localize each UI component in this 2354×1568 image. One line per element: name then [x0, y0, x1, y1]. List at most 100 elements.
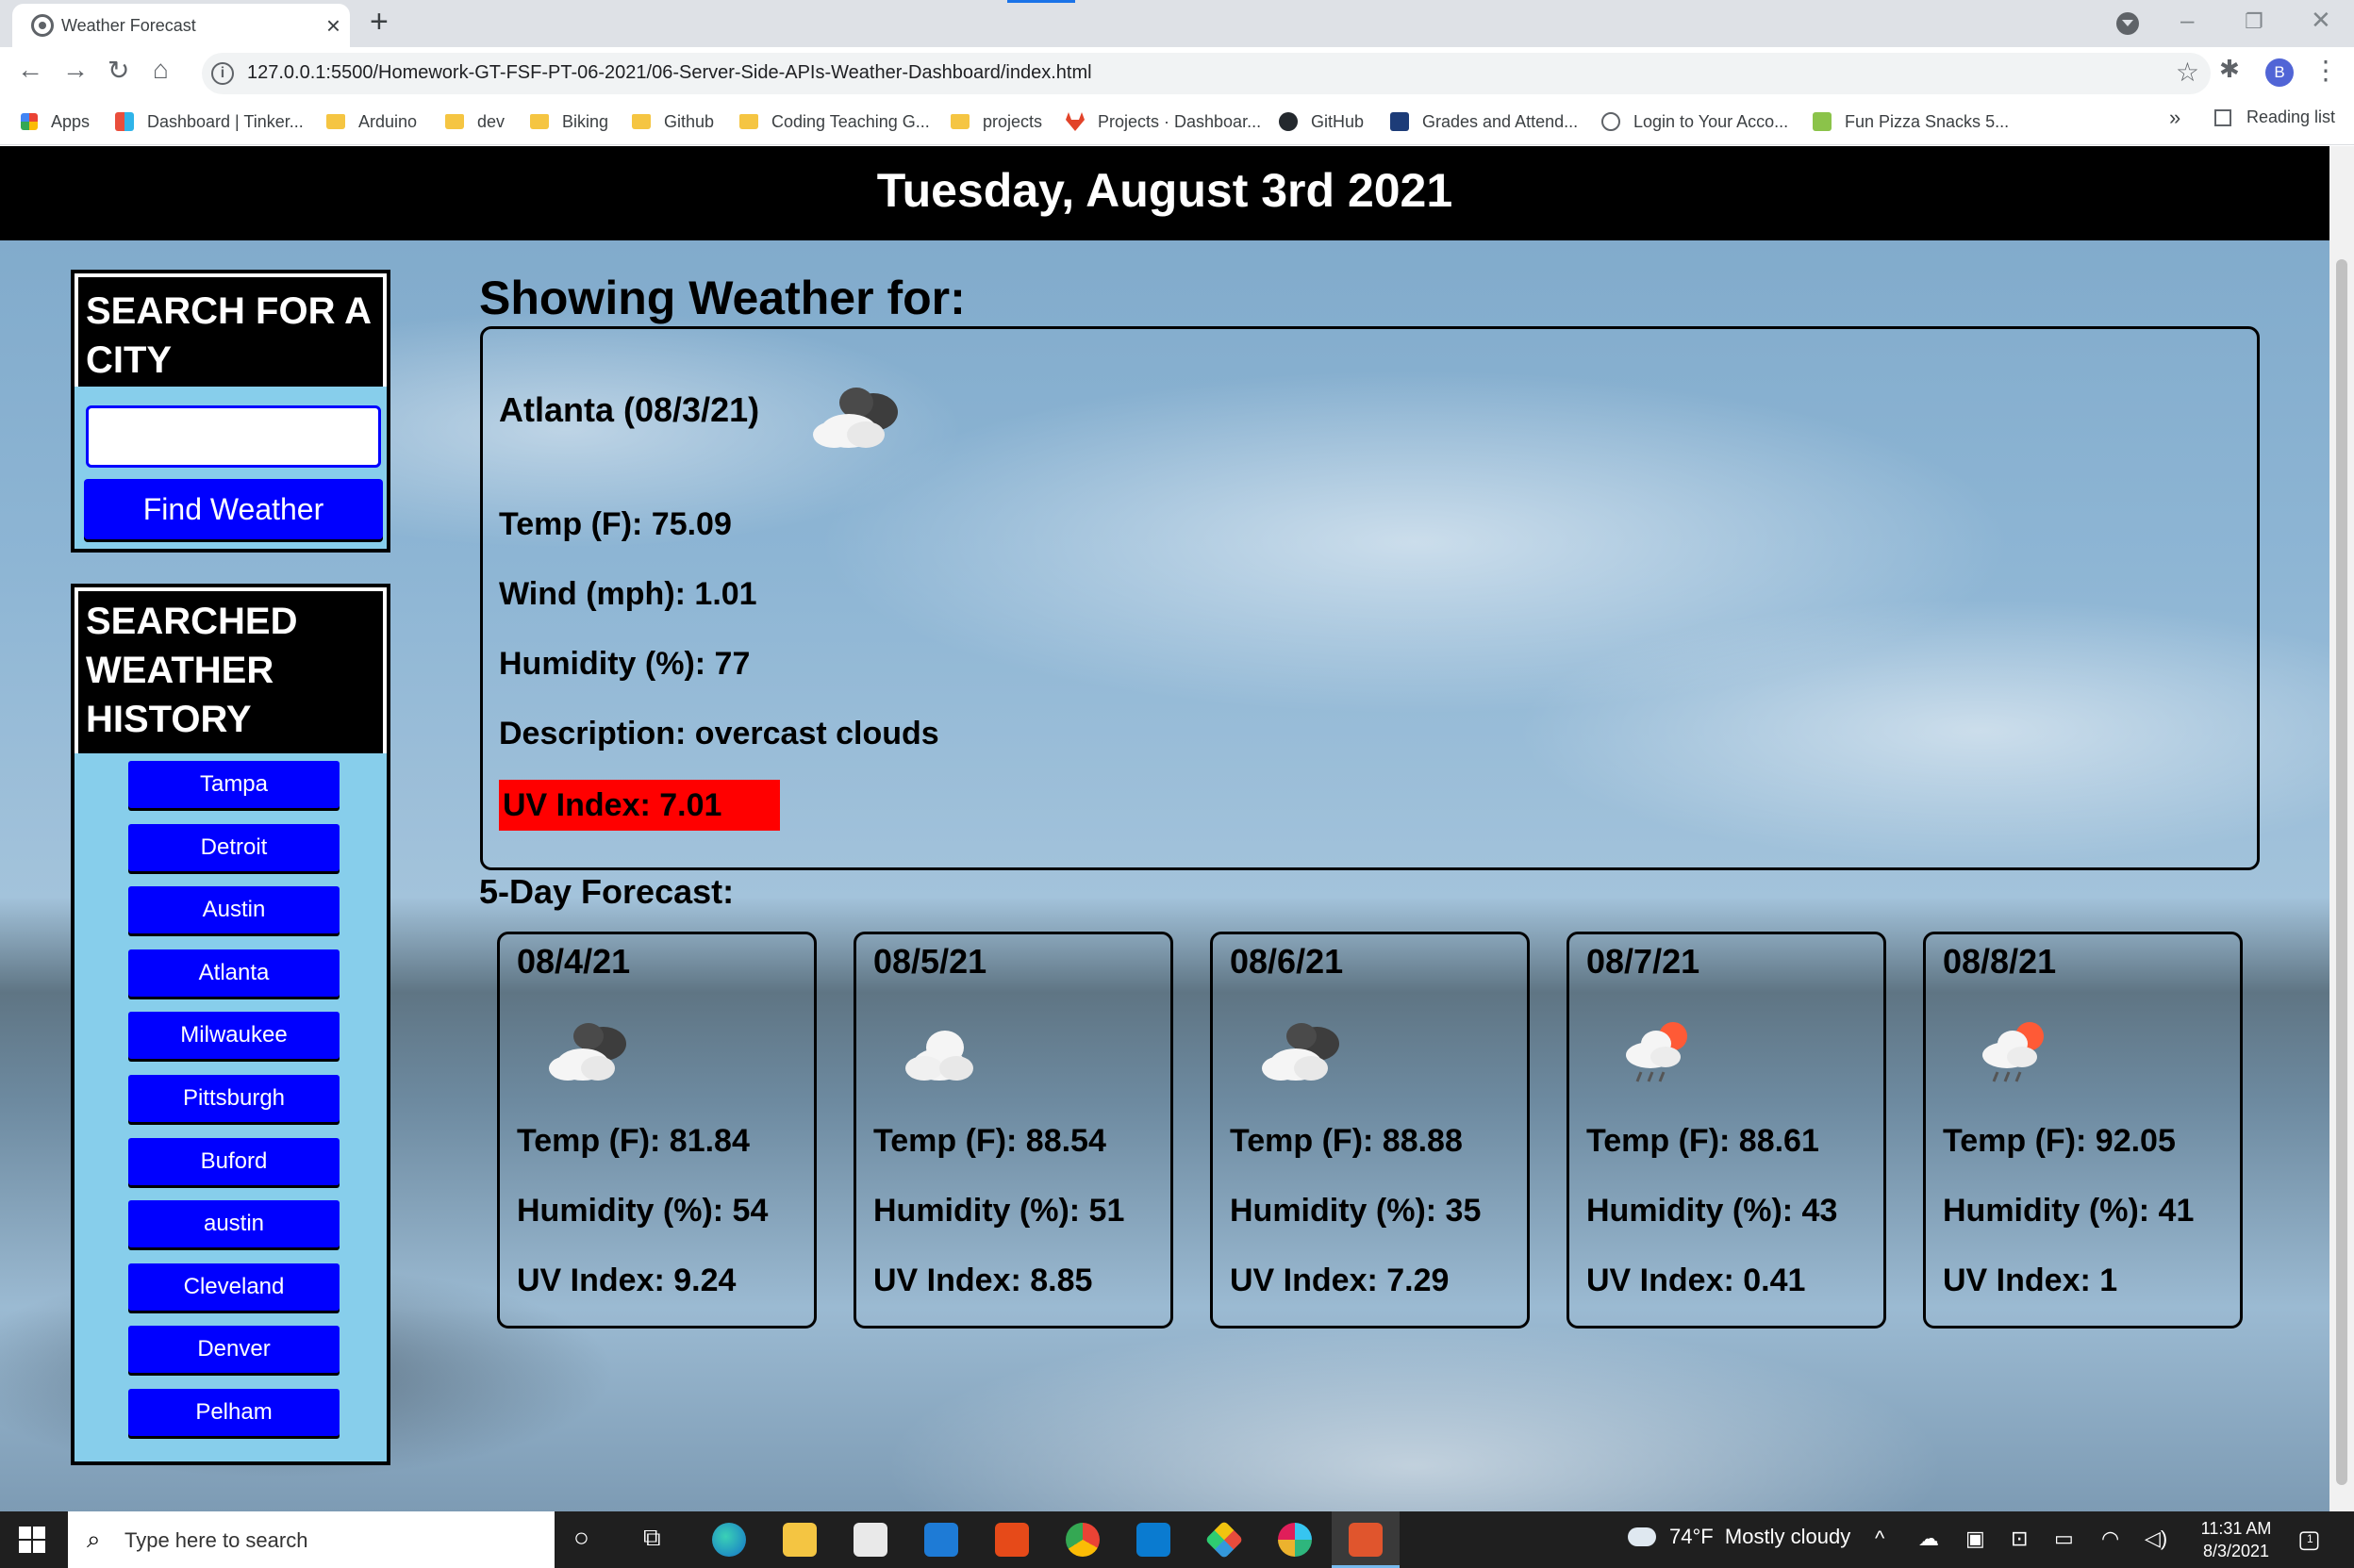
forecast-humidity: Humidity (%): 51	[873, 1193, 1125, 1229]
windows-start-icon[interactable]	[19, 1527, 45, 1553]
cloud-sun-icon	[1628, 1527, 1656, 1546]
forecast-uv: UV Index: 1	[1943, 1263, 2118, 1298]
bookmark-fun-pizza[interactable]: Fun Pizza Snacks 5...	[1813, 107, 2009, 136]
bookmark-grades[interactable]: Grades and Attend...	[1390, 107, 1578, 136]
bookmark-coding-teaching[interactable]: Coding Teaching G...	[739, 107, 930, 136]
show-hidden-icons[interactable]: ^	[1875, 1527, 1884, 1551]
history-city-button[interactable]: Cleveland	[128, 1263, 340, 1311]
current-uv-index: UV Index: 7.01	[499, 780, 780, 831]
bookmark-projects-dashboard[interactable]: Projects · Dashboar...	[1066, 107, 1261, 136]
scrollbar-thumb[interactable]	[2336, 259, 2347, 1485]
history-city-button[interactable]: Milwaukee	[128, 1012, 340, 1060]
tab-strip-accent	[1007, 0, 1075, 3]
cortana-icon[interactable]: ○	[573, 1523, 589, 1553]
history-city-button[interactable]: Tampa	[128, 761, 340, 808]
onedrive-icon[interactable]: ☁	[1918, 1527, 1939, 1551]
task-view-icon[interactable]: ⧉	[643, 1523, 661, 1553]
history-city-button[interactable]: Atlanta	[128, 949, 340, 997]
extensions-icon[interactable]: ✱	[2219, 55, 2240, 84]
bookmark-dev[interactable]: dev	[445, 107, 505, 136]
restore-icon[interactable]: ❐	[2245, 9, 2263, 34]
forward-icon[interactable]: →	[62, 55, 89, 85]
rain-sun-icon	[1626, 1022, 1687, 1082]
bookmark-arduino[interactable]: Arduino	[326, 107, 417, 136]
snipping-tool-icon[interactable]	[1349, 1523, 1383, 1557]
new-tab-icon[interactable]: +	[370, 4, 389, 41]
current-description: Description: overcast clouds	[499, 716, 939, 751]
forecast-heading: 5-Day Forecast:	[479, 872, 735, 911]
site-info-icon[interactable]: i	[211, 62, 234, 85]
forecast-day-card: 08/4/21 Temp (F): 81.84 Humidity (%): 54…	[497, 932, 817, 1329]
current-wind: Wind (mph): 1.01	[499, 576, 757, 612]
mail-icon[interactable]	[924, 1523, 958, 1557]
broken-clouds-icon	[1262, 1023, 1339, 1081]
sis-icon	[1390, 112, 1409, 131]
microsoft-store-icon[interactable]	[854, 1523, 887, 1557]
history-city-button[interactable]: Buford	[128, 1137, 340, 1185]
meet-now-icon[interactable]: ▣	[1965, 1527, 1985, 1551]
history-city-button[interactable]: Detroit	[128, 823, 340, 871]
find-weather-button[interactable]: Find Weather	[84, 479, 383, 539]
office-icon[interactable]	[995, 1523, 1029, 1557]
url-text[interactable]: 127.0.0.1:5500/Homework-GT-FSF-PT-06-202…	[247, 62, 1092, 84]
bookmark-star-icon[interactable]: ☆	[2176, 57, 2199, 88]
taskbar-search-box[interactable]: ⌕ Type here to search	[68, 1511, 555, 1568]
notification-icon[interactable]: ▢ 1	[2297, 1525, 2321, 1554]
weather-widget[interactable]: 74°F Mostly cloudy	[1628, 1525, 1850, 1549]
minimize-icon[interactable]: –	[2180, 6, 2194, 35]
browser-tab[interactable]: Weather Forecast ×	[12, 4, 350, 47]
wifi-icon[interactable]: ◠	[2101, 1527, 2119, 1551]
bookmark-github[interactable]: GitHub	[1279, 107, 1364, 136]
home-icon[interactable]: ⌂	[153, 55, 169, 85]
more-bookmarks-icon[interactable]: »	[2169, 106, 2180, 130]
history-city-button[interactable]: Pittsburgh	[128, 1074, 340, 1122]
clock-date: 8/3/2021	[2202, 1542, 2270, 1560]
back-icon[interactable]: ←	[17, 55, 43, 85]
forecast-humidity: Humidity (%): 43	[1586, 1193, 1838, 1229]
chrome-icon[interactable]	[1066, 1523, 1100, 1557]
search-icon: ⌕	[87, 1525, 101, 1553]
browser-menu-icon[interactable]: ⋮	[2313, 55, 2339, 86]
volume-icon[interactable]: ◁)	[2145, 1527, 2167, 1551]
window-close-icon[interactable]: ✕	[2311, 6, 2331, 35]
folder-icon	[951, 114, 970, 129]
tinkercad-icon	[115, 112, 134, 131]
bookmark-apps[interactable]: Apps	[21, 107, 90, 136]
forecast-uv: UV Index: 8.85	[873, 1263, 1093, 1298]
bookmark-projects[interactable]: projects	[951, 107, 1042, 136]
reading-list-icon	[2214, 108, 2231, 126]
bookmark-dashboard-tinker[interactable]: Dashboard | Tinker...	[115, 107, 304, 136]
weather-widget-text: 74°F Mostly cloudy	[1669, 1525, 1851, 1548]
forecast-date: 08/6/21	[1230, 942, 1344, 981]
slack-icon[interactable]	[1278, 1523, 1312, 1557]
profile-avatar[interactable]: B	[2265, 58, 2294, 87]
bookmark-login[interactable]: Login to Your Acco...	[1601, 107, 1788, 136]
gitkraken-icon[interactable]	[1204, 1520, 1244, 1560]
close-tab-icon[interactable]: ×	[326, 11, 340, 41]
taskbar-clock[interactable]: 11:31 AM 8/3/2021	[2184, 1517, 2288, 1562]
reading-list-button[interactable]: Reading list	[2214, 107, 2335, 127]
bookmark-github-folder[interactable]: Github	[632, 107, 714, 136]
vscode-icon[interactable]	[1136, 1523, 1170, 1557]
forecast-uv: UV Index: 9.24	[517, 1263, 737, 1298]
broken-clouds-icon	[549, 1023, 626, 1081]
history-city-button[interactable]: Austin	[128, 886, 340, 934]
history-city-button[interactable]: Pelham	[128, 1388, 340, 1436]
forecast-day-card: 08/8/21 Temp (F): 92.05 Humidity (%): 41…	[1923, 932, 2243, 1329]
file-explorer-icon[interactable]	[783, 1523, 817, 1557]
page-scrollbar[interactable]	[2329, 146, 2354, 1511]
edge-icon[interactable]	[712, 1523, 746, 1557]
bookmark-biking[interactable]: Biking	[530, 107, 608, 136]
history-city-button[interactable]: Denver	[128, 1326, 340, 1374]
battery-icon[interactable]: ▭	[2054, 1527, 2074, 1551]
taskbar-search-placeholder: Type here to search	[124, 1528, 308, 1552]
address-bar[interactable]: i 127.0.0.1:5500/Homework-GT-FSF-PT-06-2…	[202, 53, 2211, 94]
city-search-input[interactable]	[86, 405, 381, 468]
search-history-panel: SEARCHED WEATHER HISTORY Tampa Detroit A…	[71, 584, 390, 1465]
browser-tab-strip: Weather Forecast × + – ❐ ✕	[0, 0, 2354, 47]
security-icon[interactable]: ⊡	[2011, 1527, 2028, 1551]
reload-icon[interactable]: ↻	[108, 55, 129, 86]
globe-icon	[1601, 112, 1620, 131]
tab-search-icon[interactable]	[2116, 12, 2139, 35]
history-city-button[interactable]: austin	[128, 1200, 340, 1248]
